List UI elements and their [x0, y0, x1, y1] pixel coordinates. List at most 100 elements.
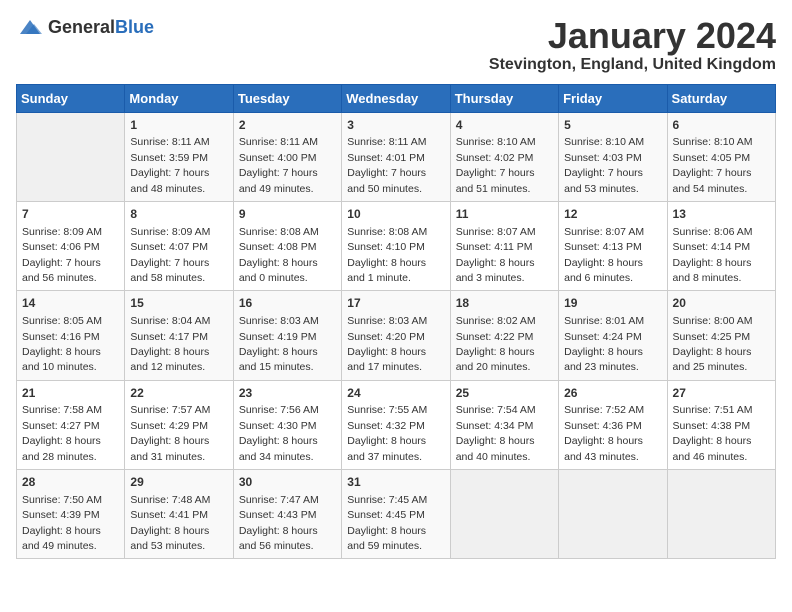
day-info: Sunrise: 7:50 AMSunset: 4:39 PMDaylight:… — [22, 494, 102, 552]
day-number: 26 — [564, 385, 661, 402]
calendar-cell: 10 Sunrise: 8:08 AMSunset: 4:10 PMDayligh… — [342, 201, 450, 290]
calendar-cell — [450, 470, 558, 559]
calendar-week-row: 21 Sunrise: 7:58 AMSunset: 4:27 PMDayligh… — [17, 380, 776, 469]
calendar-body: 1 Sunrise: 8:11 AMSunset: 3:59 PMDaylight… — [17, 112, 776, 559]
day-info: Sunrise: 8:08 AMSunset: 4:08 PMDaylight:… — [239, 226, 319, 284]
day-number: 25 — [456, 385, 553, 402]
day-of-week-header: Tuesday — [233, 84, 341, 112]
day-number: 17 — [347, 295, 444, 312]
day-info: Sunrise: 8:09 AMSunset: 4:06 PMDaylight:… — [22, 226, 102, 284]
day-info: Sunrise: 7:52 AMSunset: 4:36 PMDaylight:… — [564, 404, 644, 462]
day-number: 3 — [347, 117, 444, 134]
day-number: 19 — [564, 295, 661, 312]
day-info: Sunrise: 8:01 AMSunset: 4:24 PMDaylight:… — [564, 315, 644, 373]
day-number: 28 — [22, 474, 119, 491]
day-info: Sunrise: 7:47 AMSunset: 4:43 PMDaylight:… — [239, 494, 319, 552]
calendar-cell: 18 Sunrise: 8:02 AMSunset: 4:22 PMDayligh… — [450, 291, 558, 380]
day-info: Sunrise: 8:07 AMSunset: 4:11 PMDaylight:… — [456, 226, 536, 284]
day-info: Sunrise: 8:04 AMSunset: 4:17 PMDaylight:… — [130, 315, 210, 373]
calendar-table: SundayMondayTuesdayWednesdayThursdayFrid… — [16, 84, 776, 560]
day-info: Sunrise: 8:09 AMSunset: 4:07 PMDaylight:… — [130, 226, 210, 284]
calendar-header-row: SundayMondayTuesdayWednesdayThursdayFrid… — [17, 84, 776, 112]
day-number: 21 — [22, 385, 119, 402]
day-info: Sunrise: 7:55 AMSunset: 4:32 PMDaylight:… — [347, 404, 427, 462]
calendar-cell — [559, 470, 667, 559]
calendar-cell: 7 Sunrise: 8:09 AMSunset: 4:06 PMDaylight… — [17, 201, 125, 290]
day-number: 6 — [673, 117, 770, 134]
day-number: 23 — [239, 385, 336, 402]
day-info: Sunrise: 7:58 AMSunset: 4:27 PMDaylight:… — [22, 404, 102, 462]
calendar-cell: 29Sunrise: 7:48 AMSunset: 4:41 PMDayligh… — [125, 470, 233, 559]
calendar-cell: 15Sunrise: 8:04 AMSunset: 4:17 PMDayligh… — [125, 291, 233, 380]
day-number: 13 — [673, 206, 770, 223]
calendar-cell: 5 Sunrise: 8:10 AMSunset: 4:03 PMDaylight… — [559, 112, 667, 201]
day-info: Sunrise: 8:06 AMSunset: 4:14 PMDaylight:… — [673, 226, 753, 284]
calendar-cell: 3 Sunrise: 8:11 AMSunset: 4:01 PMDaylight… — [342, 112, 450, 201]
day-info: Sunrise: 7:56 AMSunset: 4:30 PMDaylight:… — [239, 404, 319, 462]
day-info: Sunrise: 7:54 AMSunset: 4:34 PMDaylight:… — [456, 404, 536, 462]
day-number: 5 — [564, 117, 661, 134]
calendar-cell: 8 Sunrise: 8:09 AMSunset: 4:07 PMDaylight… — [125, 201, 233, 290]
location-title: Stevington, England, United Kingdom — [489, 56, 776, 74]
day-info: Sunrise: 8:02 AMSunset: 4:22 PMDaylight:… — [456, 315, 536, 373]
day-number: 24 — [347, 385, 444, 402]
day-info: Sunrise: 8:11 AMSunset: 3:59 PMDaylight:… — [130, 136, 209, 194]
day-info: Sunrise: 7:51 AMSunset: 4:38 PMDaylight:… — [673, 404, 753, 462]
calendar-cell: 2Sunrise: 8:11 AMSunset: 4:00 PMDaylight… — [233, 112, 341, 201]
day-info: Sunrise: 7:48 AMSunset: 4:41 PMDaylight:… — [130, 494, 210, 552]
calendar-cell: 1 Sunrise: 8:11 AMSunset: 3:59 PMDaylight… — [125, 112, 233, 201]
calendar-week-row: 28 Sunrise: 7:50 AMSunset: 4:39 PMDayligh… — [17, 470, 776, 559]
day-of-week-header: Friday — [559, 84, 667, 112]
day-number: 8 — [130, 206, 227, 223]
calendar-cell: 24 Sunrise: 7:55 AMSunset: 4:32 PMDayligh… — [342, 380, 450, 469]
day-info: Sunrise: 8:08 AMSunset: 4:10 PMDaylight:… — [347, 226, 427, 284]
calendar-cell: 9 Sunrise: 8:08 AMSunset: 4:08 PMDaylight… — [233, 201, 341, 290]
day-number: 2 — [239, 117, 336, 134]
calendar-cell: 17 Sunrise: 8:03 AMSunset: 4:20 PMDayligh… — [342, 291, 450, 380]
day-number: 7 — [22, 206, 119, 223]
day-info: Sunrise: 8:00 AMSunset: 4:25 PMDaylight:… — [673, 315, 753, 373]
title-area: January 2024 Stevington, England, United… — [489, 16, 776, 74]
calendar-week-row: 7 Sunrise: 8:09 AMSunset: 4:06 PMDaylight… — [17, 201, 776, 290]
day-number: 1 — [130, 117, 227, 134]
day-info: Sunrise: 8:10 AMSunset: 4:03 PMDaylight:… — [564, 136, 644, 194]
day-number: 11 — [456, 206, 553, 223]
calendar-cell: 16Sunrise: 8:03 AMSunset: 4:19 PMDayligh… — [233, 291, 341, 380]
calendar-cell: 11 Sunrise: 8:07 AMSunset: 4:11 PMDayligh… — [450, 201, 558, 290]
day-info: Sunrise: 8:10 AMSunset: 4:05 PMDaylight:… — [673, 136, 753, 194]
calendar-cell: 23 Sunrise: 7:56 AMSunset: 4:30 PMDayligh… — [233, 380, 341, 469]
day-number: 9 — [239, 206, 336, 223]
month-title: January 2024 — [489, 16, 776, 56]
day-number: 12 — [564, 206, 661, 223]
day-of-week-header: Thursday — [450, 84, 558, 112]
calendar-cell: 13 Sunrise: 8:06 AMSunset: 4:14 PMDayligh… — [667, 201, 775, 290]
day-of-week-header: Saturday — [667, 84, 775, 112]
calendar-cell: 26 Sunrise: 7:52 AMSunset: 4:36 PMDayligh… — [559, 380, 667, 469]
calendar-cell — [17, 112, 125, 201]
calendar-cell — [667, 470, 775, 559]
calendar-cell: 25 Sunrise: 7:54 AMSunset: 4:34 PMDayligh… — [450, 380, 558, 469]
day-number: 16 — [239, 295, 336, 312]
day-of-week-header: Sunday — [17, 84, 125, 112]
day-number: 4 — [456, 117, 553, 134]
calendar-cell: 27 Sunrise: 7:51 AMSunset: 4:38 PMDayligh… — [667, 380, 775, 469]
calendar-cell: 4Sunrise: 8:10 AMSunset: 4:02 PMDaylight… — [450, 112, 558, 201]
calendar-cell: 19 Sunrise: 8:01 AMSunset: 4:24 PMDayligh… — [559, 291, 667, 380]
day-info: Sunrise: 8:03 AMSunset: 4:20 PMDaylight:… — [347, 315, 427, 373]
calendar-week-row: 14 Sunrise: 8:05 AMSunset: 4:16 PMDayligh… — [17, 291, 776, 380]
day-info: Sunrise: 8:07 AMSunset: 4:13 PMDaylight:… — [564, 226, 644, 284]
calendar-cell: 22 Sunrise: 7:57 AMSunset: 4:29 PMDayligh… — [125, 380, 233, 469]
day-info: Sunrise: 8:05 AMSunset: 4:16 PMDaylight:… — [22, 315, 102, 373]
logo-icon — [16, 16, 44, 38]
day-number: 14 — [22, 295, 119, 312]
day-info: Sunrise: 8:11 AMSunset: 4:01 PMDaylight:… — [347, 136, 426, 194]
calendar-cell: 12 Sunrise: 8:07 AMSunset: 4:13 PMDayligh… — [559, 201, 667, 290]
day-info: Sunrise: 7:57 AMSunset: 4:29 PMDaylight:… — [130, 404, 210, 462]
day-number: 10 — [347, 206, 444, 223]
day-number: 22 — [130, 385, 227, 402]
day-number: 20 — [673, 295, 770, 312]
day-number: 27 — [673, 385, 770, 402]
day-of-week-header: Wednesday — [342, 84, 450, 112]
calendar-cell: 6 Sunrise: 8:10 AMSunset: 4:05 PMDaylight… — [667, 112, 775, 201]
day-number: 18 — [456, 295, 553, 312]
